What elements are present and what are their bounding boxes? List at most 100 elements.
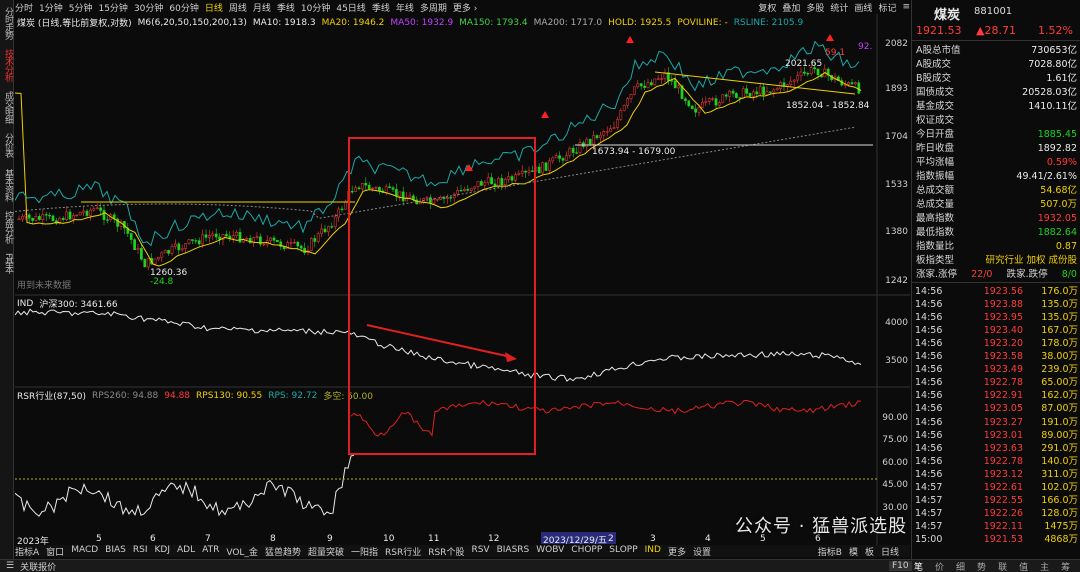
period-11[interactable]: 45日线: [336, 1, 365, 14]
period-1[interactable]: 1分钟: [39, 1, 63, 14]
tool-0[interactable]: 复权: [758, 1, 776, 14]
tick-row[interactable]: 14:56 1923.27 191.0万: [915, 417, 1078, 429]
indicator-right-tab-0[interactable]: 指标B: [818, 545, 842, 558]
indicator-tab-11[interactable]: 一阳指: [351, 545, 378, 558]
detail-tab-4[interactable]: 联: [998, 560, 1007, 572]
candle-body: [799, 71, 803, 76]
tool-2[interactable]: 多股: [806, 1, 824, 14]
detail-tab-0[interactable]: 笔: [914, 560, 923, 572]
rail-tab-price[interactable]: 分价表: [1, 130, 13, 160]
detail-tab-3[interactable]: 势: [977, 560, 986, 572]
detail-tab-5[interactable]: 值: [1019, 560, 1028, 572]
period-12[interactable]: 季线: [372, 1, 390, 14]
tick-time: 14:56: [915, 403, 943, 415]
candle-body: [816, 68, 820, 76]
indicator-right-tab-2[interactable]: 板: [865, 545, 874, 558]
tool-4[interactable]: 画线: [854, 1, 872, 14]
indicator-tab-20[interactable]: 更多: [668, 545, 686, 558]
indicator-tab-13[interactable]: RSR个股: [428, 545, 464, 558]
tick-row[interactable]: 14:56 1923.88 135.0万: [915, 299, 1078, 311]
period-15[interactable]: 更多 ›: [453, 1, 477, 14]
indicator-tab-4[interactable]: RSI: [133, 545, 148, 558]
tick-row[interactable]: 14:56 1923.05 87.00万: [915, 403, 1078, 415]
indicator-tab-8[interactable]: VOL_金: [226, 545, 258, 558]
tick-row[interactable]: 14:56 1923.40 167.0万: [915, 325, 1078, 337]
tick-row[interactable]: 14:56 1922.78 65.00万: [915, 377, 1078, 389]
tick-row[interactable]: 14:57 1922.55 166.0万: [915, 495, 1078, 507]
indicator-tab-21[interactable]: 设置: [693, 545, 711, 558]
period-3[interactable]: 15分钟: [98, 1, 127, 14]
period-5[interactable]: 60分钟: [169, 1, 198, 14]
candle-body: [327, 226, 330, 233]
tick-row[interactable]: 14:56 1923.01 89.00万: [915, 430, 1078, 442]
indicator-tab-10[interactable]: 超量突破: [308, 545, 344, 558]
tick-row[interactable]: 14:56 1923.58 38.00万: [915, 351, 1078, 363]
detail-tab-7[interactable]: 筹: [1061, 560, 1070, 572]
period-14[interactable]: 多周期: [420, 1, 447, 14]
period-10[interactable]: 10分钟: [301, 1, 330, 14]
candle-body: [544, 162, 548, 171]
rail-tab-control[interactable]: 控盘分析: [1, 208, 13, 246]
tick-row[interactable]: 14:56 1923.49 239.0万: [915, 364, 1078, 376]
indicator-tab-12[interactable]: RSR行业: [385, 545, 421, 558]
stat-row: 总成交量 507.0万: [916, 198, 1077, 211]
indicator-tab-7[interactable]: ATR: [202, 545, 219, 558]
period-8[interactable]: 月线: [253, 1, 271, 14]
indicator-tab-1[interactable]: 窗口: [46, 545, 64, 558]
stat-key: 国债成交: [916, 87, 955, 98]
indicator-tab-0[interactable]: 指标A: [15, 545, 39, 558]
tick-row[interactable]: 14:56 1922.91 162.0万: [915, 390, 1078, 402]
f10-button[interactable]: F10: [889, 561, 912, 571]
rail-tab-technical[interactable]: 技术分析: [1, 46, 13, 84]
indicator-tab-9[interactable]: 猛兽趋势: [265, 545, 301, 558]
tick-row[interactable]: 14:56 1923.20 178.0万: [915, 338, 1078, 350]
tick-row[interactable]: 15:00 1921.53 4868万: [915, 534, 1078, 546]
indicator-tab-19[interactable]: IND: [645, 545, 661, 558]
period-0[interactable]: 分时: [15, 1, 33, 14]
stat-row: 最高指数 1932.05: [916, 212, 1077, 225]
indicator-tab-15[interactable]: BIASRS: [497, 545, 530, 558]
period-9[interactable]: 季线: [277, 1, 295, 14]
tick-row[interactable]: 14:57 1922.11 1475万: [915, 521, 1078, 533]
candle-body: [605, 131, 609, 133]
tick-row[interactable]: 14:56 1923.56 176.0万: [915, 286, 1078, 298]
indicator-right-tab-1[interactable]: 模: [849, 545, 858, 558]
tick-row[interactable]: 14:57 1922.61 102.0万: [915, 482, 1078, 494]
indicator-tab-17[interactable]: CHOPP: [571, 545, 602, 558]
indicator-tab-6[interactable]: ADL: [177, 545, 195, 558]
period-2[interactable]: 5分钟: [69, 1, 93, 14]
tick-row[interactable]: 14:56 1923.63 291.0万: [915, 443, 1078, 455]
indicator-tab-5[interactable]: KDJ: [155, 545, 171, 558]
tick-time: 14:56: [915, 286, 943, 297]
rail-tab-details[interactable]: 成交明细: [1, 88, 13, 126]
tick-row[interactable]: 14:57 1922.26 128.0万: [915, 508, 1078, 520]
indicator-tab-2[interactable]: MACD: [71, 545, 98, 558]
tool-1[interactable]: 叠加: [782, 1, 800, 14]
rail-tab-basic[interactable]: F基本: [1, 248, 13, 278]
tick-row[interactable]: 14:56 1922.78 140.0万: [915, 456, 1078, 468]
tick-row[interactable]: 14:56 1923.12 311.0万: [915, 469, 1078, 481]
status-menu-icon[interactable]: ☰: [6, 561, 14, 571]
detail-tab-6[interactable]: 主: [1040, 560, 1049, 572]
indicator-tab-18[interactable]: SLOPP: [609, 545, 637, 558]
stat-value: 1885.45: [1037, 129, 1077, 140]
tool-5[interactable]: 标记: [878, 1, 896, 14]
indicator-tab-16[interactable]: WOBV: [536, 545, 564, 558]
period-6[interactable]: 日线: [205, 1, 223, 14]
status-label[interactable]: 关联报价: [20, 560, 56, 572]
rail-tab-timeshare[interactable]: 分时走势: [1, 4, 13, 42]
detail-tab-1[interactable]: 价: [935, 560, 944, 572]
x-tick-10: 3: [650, 534, 656, 544]
rail-tab-profile[interactable]: 基本资料: [1, 166, 13, 204]
period-13[interactable]: 年线: [396, 1, 414, 14]
period-7[interactable]: 周线: [229, 1, 247, 14]
detail-tab-2[interactable]: 细: [956, 560, 965, 572]
tool-3[interactable]: 统计: [830, 1, 848, 14]
menu-icon[interactable]: ≡: [902, 2, 910, 12]
indicator-right-tab-3[interactable]: 日线: [881, 545, 899, 558]
candle-body: [391, 187, 395, 190]
period-4[interactable]: 30分钟: [134, 1, 163, 14]
indicator-tab-14[interactable]: RSV: [471, 545, 489, 558]
tick-row[interactable]: 14:56 1923.95 135.0万: [915, 312, 1078, 324]
indicator-tab-3[interactable]: BIAS: [105, 545, 126, 558]
